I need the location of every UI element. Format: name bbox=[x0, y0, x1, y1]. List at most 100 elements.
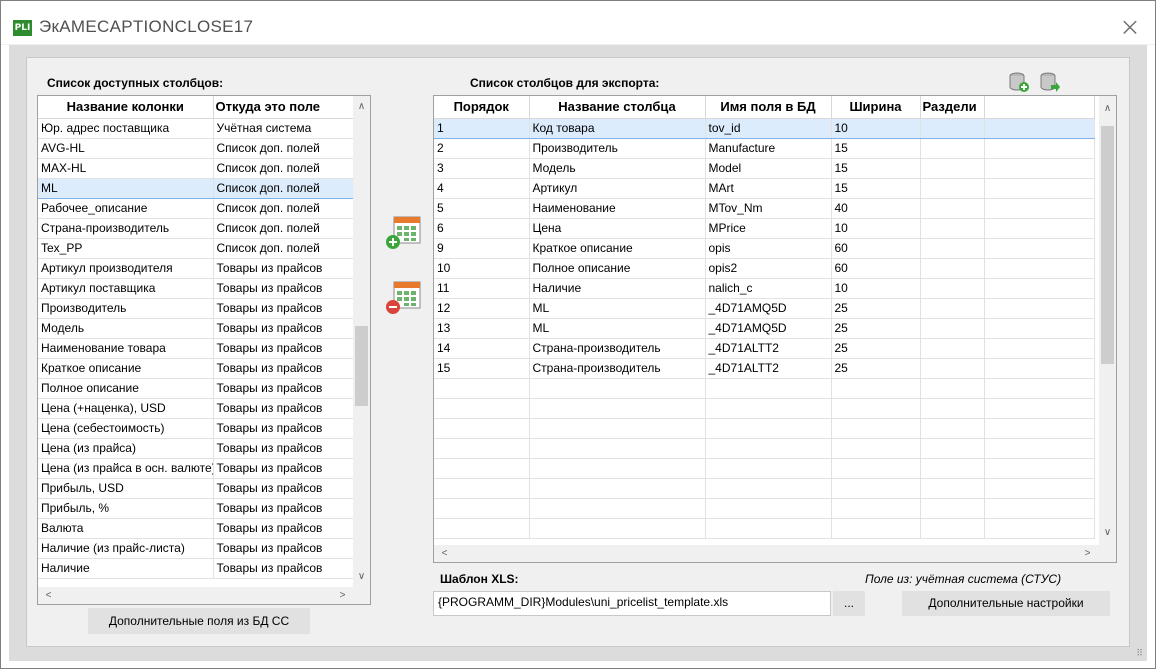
table-row[interactable]: 11 Наличие nalich_c 10 bbox=[434, 278, 1095, 299]
table-row[interactable]: Прибыль, % Товары из прайсов bbox=[38, 498, 356, 519]
table-row[interactable]: 9 Краткое описание opis 60 bbox=[434, 238, 1095, 259]
extra-fields-button[interactable]: Дополнительные поля из БД СС bbox=[88, 608, 310, 634]
table-row[interactable]: Валюта Товары из прайсов bbox=[38, 518, 356, 539]
table-row[interactable]: Юр. адрес поставщика Учётная система bbox=[38, 118, 356, 139]
cell-title[interactable]: Производитель bbox=[529, 138, 706, 159]
cell-order[interactable]: 6 bbox=[434, 218, 530, 239]
column-header-name[interactable]: Название колонки bbox=[38, 96, 214, 119]
cell-db-field[interactable]: MPrice bbox=[705, 218, 832, 239]
cell-width[interactable]: 10 bbox=[831, 218, 921, 239]
table-row[interactable]: Страна-производитель Список доп. полей bbox=[38, 218, 356, 239]
table-row[interactable]: 14 Страна-производитель _4D71ALTT2 25 bbox=[434, 338, 1095, 359]
table-row[interactable]: Производитель Товары из прайсов bbox=[38, 298, 356, 319]
table-row[interactable]: Модель Товары из прайсов bbox=[38, 318, 356, 339]
cell-separator[interactable] bbox=[920, 298, 985, 319]
db-add-button[interactable] bbox=[1008, 71, 1030, 93]
cell-order[interactable]: 13 bbox=[434, 318, 530, 339]
table-row[interactable]: Наличие Товары из прайсов bbox=[38, 558, 356, 579]
table-row[interactable]: ML Список доп. полей bbox=[38, 177, 356, 199]
table-row[interactable]: Tex_PP Список доп. полей bbox=[38, 238, 356, 259]
scroll-left-icon[interactable]: < bbox=[436, 545, 453, 562]
scroll-thumb[interactable] bbox=[1101, 126, 1114, 364]
cell-separator[interactable] bbox=[920, 218, 985, 239]
cell-db-field[interactable]: _4D71ALTT2 bbox=[705, 338, 832, 359]
cell-separator[interactable] bbox=[920, 158, 985, 179]
cell-title[interactable]: Модель bbox=[529, 158, 706, 179]
cell-db-field[interactable]: opis bbox=[705, 238, 832, 259]
table-row[interactable]: MAX-HL Список доп. полей bbox=[38, 158, 356, 179]
right-vertical-scrollbar[interactable]: ∧ ∨ bbox=[1099, 96, 1116, 545]
resize-grip-icon[interactable]: ⠿ bbox=[1136, 648, 1143, 659]
close-button[interactable]: ⨉ bbox=[1119, 17, 1141, 39]
cell-db-field[interactable]: opis2 bbox=[705, 258, 832, 279]
cell-db-field[interactable]: _4D71AMQ5D bbox=[705, 318, 832, 339]
table-row[interactable]: 5 Наименование MTov_Nm 40 bbox=[434, 198, 1095, 219]
column-header-width[interactable]: Ширина bbox=[831, 96, 921, 119]
cell-separator[interactable] bbox=[920, 318, 985, 339]
cell-order[interactable]: 15 bbox=[434, 358, 530, 379]
left-horizontal-scrollbar[interactable]: < > bbox=[38, 587, 370, 604]
table-row[interactable]: 1 Код товара tov_id 10 bbox=[434, 117, 1095, 139]
cell-order[interactable]: 4 bbox=[434, 178, 530, 199]
cell-db-field[interactable]: Model bbox=[705, 158, 832, 179]
cell-width[interactable]: 40 bbox=[831, 198, 921, 219]
available-columns-grid[interactable]: Название колонки Откуда это поле Юр. адр… bbox=[37, 95, 371, 605]
table-row[interactable]: AVG-HL Список доп. полей bbox=[38, 138, 356, 159]
table-row[interactable]: Цена (себестоимость) Товары из прайсов bbox=[38, 418, 356, 439]
cell-title[interactable]: Цена bbox=[529, 218, 706, 239]
table-row[interactable]: Наличие (из прайс-листа) Товары из прайсо… bbox=[38, 538, 356, 559]
cell-width[interactable]: 15 bbox=[831, 178, 921, 199]
table-row[interactable]: Артикул производителя Товары из прайсов bbox=[38, 258, 356, 279]
table-row[interactable]: Рабочее_описание Список доп. полей bbox=[38, 198, 356, 219]
cell-title[interactable]: Наличие bbox=[529, 278, 706, 299]
table-row[interactable]: 2 Производитель Manufacture 15 bbox=[434, 138, 1095, 159]
cell-width[interactable]: 25 bbox=[831, 358, 921, 379]
cell-title[interactable]: ML bbox=[529, 318, 706, 339]
cell-db-field[interactable]: nalich_c bbox=[705, 278, 832, 299]
scroll-right-icon[interactable]: > bbox=[334, 587, 351, 604]
scroll-down-icon[interactable]: ∨ bbox=[1099, 524, 1116, 541]
cell-order[interactable]: 12 bbox=[434, 298, 530, 319]
cell-order[interactable]: 11 bbox=[434, 278, 530, 299]
cell-width[interactable]: 25 bbox=[831, 318, 921, 339]
cell-order[interactable]: 3 bbox=[434, 158, 530, 179]
table-row[interactable]: 10 Полное описание opis2 60 bbox=[434, 258, 1095, 279]
cell-width[interactable]: 60 bbox=[831, 258, 921, 279]
scroll-thumb[interactable] bbox=[355, 326, 368, 406]
table-row[interactable]: 15 Страна-производитель _4D71ALTT2 25 bbox=[434, 358, 1095, 379]
column-header-db-field[interactable]: Имя поля в БД bbox=[705, 96, 832, 119]
cell-separator[interactable] bbox=[920, 117, 985, 139]
cell-width[interactable]: 60 bbox=[831, 238, 921, 259]
cell-width[interactable]: 10 bbox=[831, 278, 921, 299]
cell-db-field[interactable]: Manufacture bbox=[705, 138, 832, 159]
cell-title[interactable]: Артикул bbox=[529, 178, 706, 199]
table-row[interactable]: Краткое описание Товары из прайсов bbox=[38, 358, 356, 379]
cell-width[interactable]: 25 bbox=[831, 298, 921, 319]
cell-db-field[interactable]: _4D71AMQ5D bbox=[705, 298, 832, 319]
cell-title[interactable]: Страна-производитель bbox=[529, 358, 706, 379]
column-header-title[interactable]: Название столбца bbox=[529, 96, 706, 119]
remove-column-button[interactable] bbox=[385, 278, 421, 316]
table-row[interactable]: 12 ML _4D71AMQ5D 25 bbox=[434, 298, 1095, 319]
table-row[interactable]: 4 Артикул MArt 15 bbox=[434, 178, 1095, 199]
cell-order[interactable]: 2 bbox=[434, 138, 530, 159]
scroll-down-icon[interactable]: ∨ bbox=[353, 568, 370, 585]
table-row[interactable]: Цена (+наценка), USD Товары из прайсов bbox=[38, 398, 356, 419]
scroll-left-icon[interactable]: < bbox=[40, 587, 57, 604]
cell-order[interactable]: 1 bbox=[434, 117, 530, 139]
cell-separator[interactable] bbox=[920, 238, 985, 259]
cell-separator[interactable] bbox=[920, 198, 985, 219]
cell-separator[interactable] bbox=[920, 358, 985, 379]
cell-width[interactable]: 15 bbox=[831, 138, 921, 159]
add-column-button[interactable] bbox=[385, 213, 421, 251]
cell-db-field[interactable]: tov_id bbox=[705, 117, 832, 139]
cell-order[interactable]: 10 bbox=[434, 258, 530, 279]
template-path-input[interactable]: {PROGRAMM_DIR}Modules\uni_pricelist_temp… bbox=[433, 591, 831, 616]
left-vertical-scrollbar[interactable]: ∧ ∨ bbox=[353, 96, 370, 587]
export-columns-grid[interactable]: Порядок Название столбца Имя поля в БД Ш… bbox=[433, 95, 1117, 563]
cell-width[interactable]: 10 bbox=[831, 117, 921, 139]
table-row[interactable]: Цена (из прайса) Товары из прайсов bbox=[38, 438, 356, 459]
scroll-right-icon[interactable]: > bbox=[1079, 545, 1096, 562]
cell-db-field[interactable]: _4D71ALTT2 bbox=[705, 358, 832, 379]
cell-db-field[interactable]: MArt bbox=[705, 178, 832, 199]
